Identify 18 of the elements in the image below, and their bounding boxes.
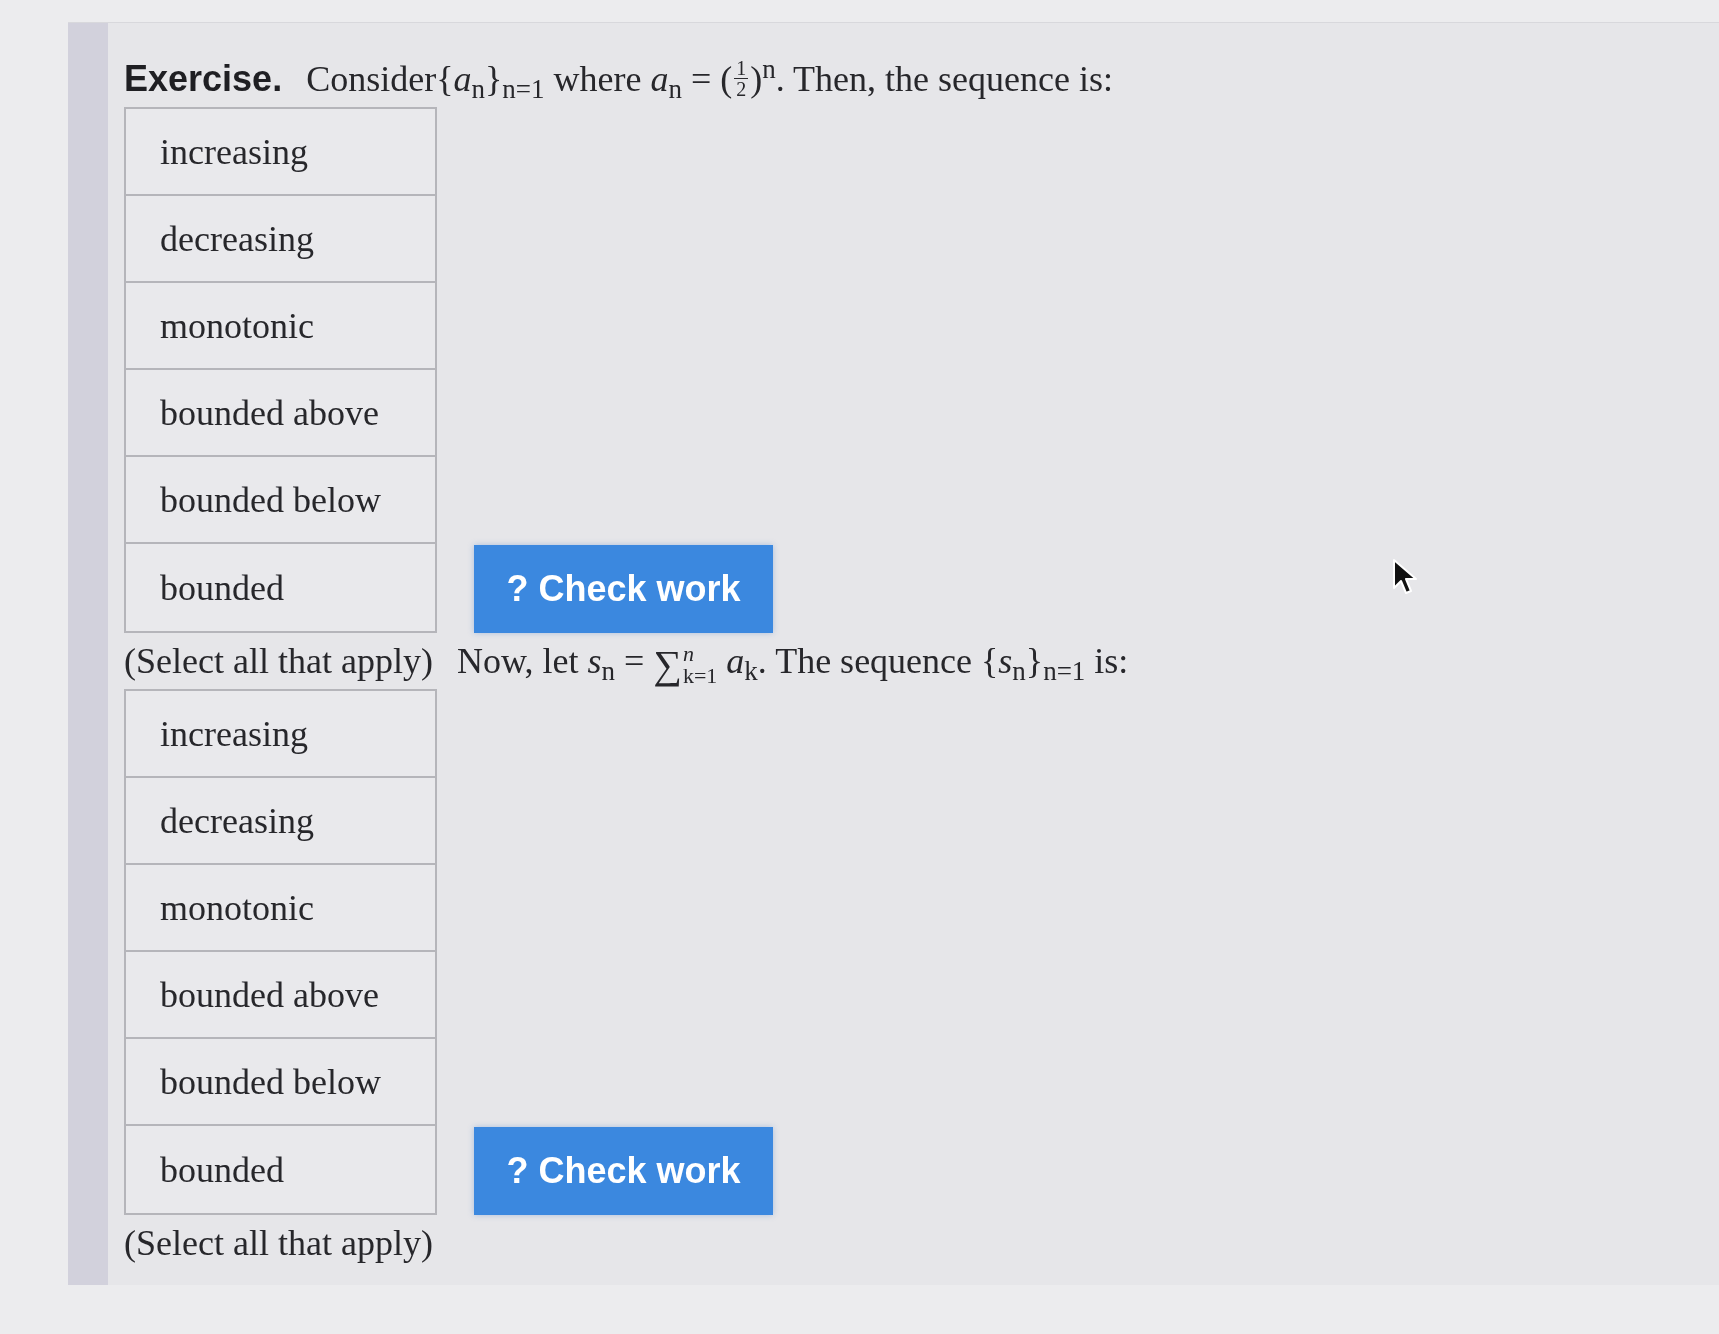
instruction-text: (Select all that apply) xyxy=(124,640,433,683)
instruction-text: (Select all that apply) xyxy=(124,1222,433,1265)
answer-option[interactable]: bounded xyxy=(126,544,435,631)
check-work-button[interactable]: ? Check work xyxy=(474,1127,773,1215)
answer-option[interactable]: monotonic xyxy=(126,283,435,370)
answer-option[interactable]: increasing xyxy=(126,109,435,196)
mouse-pointer-icon xyxy=(1392,558,1418,596)
check-work-button[interactable]: ? Check work xyxy=(474,545,773,633)
answer-option[interactable]: bounded above xyxy=(126,952,435,1039)
exercise-label: Exercise. xyxy=(124,57,283,101)
answer-option[interactable]: decreasing xyxy=(126,778,435,865)
answer-option[interactable]: bounded below xyxy=(126,1039,435,1126)
answer-option[interactable]: bounded below xyxy=(126,457,435,544)
answer-option[interactable]: bounded xyxy=(126,1126,435,1213)
answer-option[interactable]: increasing xyxy=(126,691,435,778)
answer-option[interactable]: decreasing xyxy=(126,196,435,283)
answer-option[interactable]: bounded above xyxy=(126,370,435,457)
answer-option[interactable]: monotonic xyxy=(126,865,435,952)
